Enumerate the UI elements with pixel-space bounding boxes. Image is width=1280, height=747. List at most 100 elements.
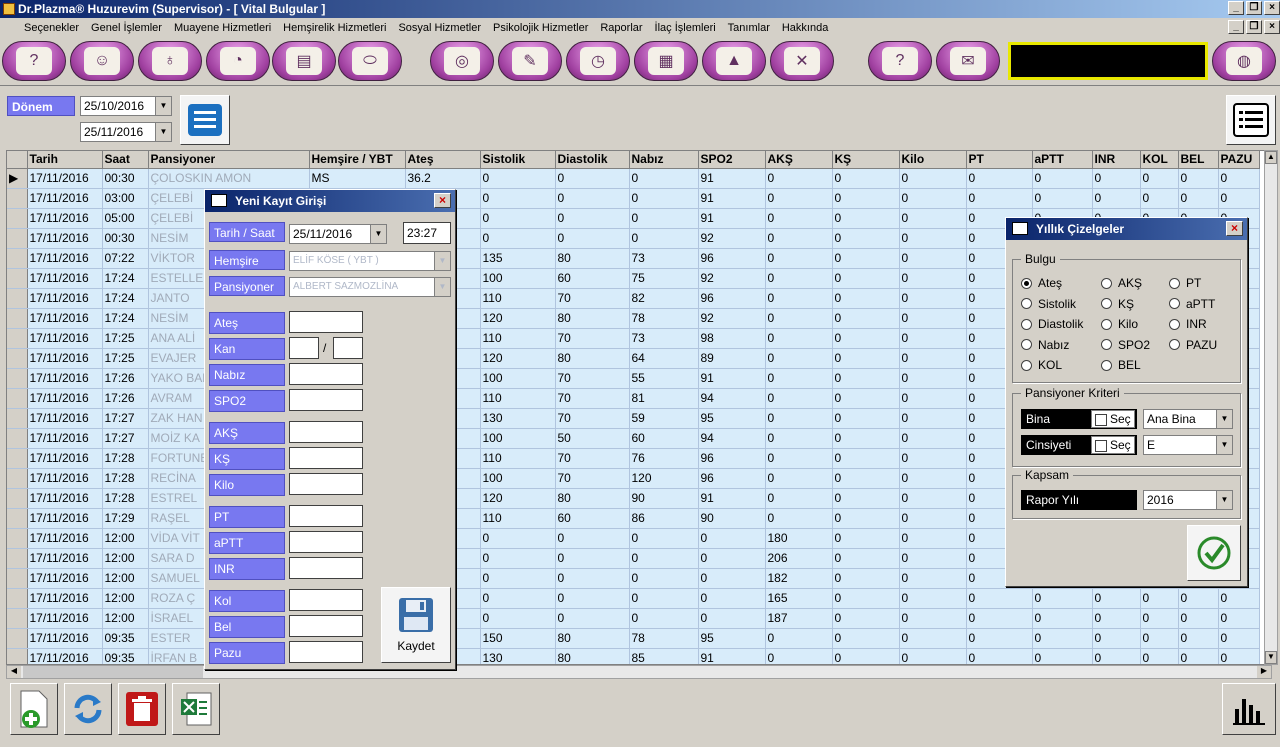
field-input[interactable] (289, 589, 363, 611)
column-header[interactable]: INR (1092, 151, 1141, 169)
chevron-down-icon[interactable]: ▼ (155, 97, 171, 115)
row-indicator[interactable] (7, 508, 28, 529)
row-indicator[interactable] (7, 428, 28, 449)
column-header[interactable]: KOL (1140, 151, 1179, 169)
row-indicator[interactable] (7, 648, 28, 664)
vertical-scrollbar[interactable]: ▲ ▼ (1264, 150, 1278, 665)
chevron-down-icon[interactable]: ▼ (155, 123, 171, 141)
field-input[interactable] (289, 531, 363, 553)
child-minimize-button[interactable]: _ (1228, 20, 1244, 34)
radio-icon[interactable] (1169, 277, 1180, 289)
spiral-icon[interactable]: ◎ (430, 41, 494, 81)
table-row[interactable]: 17/11/2016 09:35 ESTER 150 80 78 95 0 0 0 0 0 0 0 0 0 (7, 628, 1260, 649)
period-start-combo[interactable]: 25/10/2016 ▼ (80, 96, 172, 116)
field-input[interactable] (289, 505, 363, 527)
radio-icon[interactable] (1169, 318, 1180, 330)
row-indicator[interactable] (7, 548, 28, 569)
row-indicator[interactable] (7, 328, 28, 349)
row-indicator[interactable] (7, 568, 28, 589)
row-indicator[interactable] (7, 228, 28, 249)
globe-icon[interactable]: ◍ (1212, 41, 1276, 81)
radio-icon[interactable] (1101, 298, 1112, 309)
finding-radio[interactable]: Kilo (1101, 317, 1138, 331)
radio-icon[interactable] (1021, 339, 1032, 350)
column-header[interactable]: Saat (102, 151, 149, 169)
child-close-button[interactable]: × (1264, 20, 1280, 34)
gender-select-checkbox[interactable]: Seç (1091, 436, 1135, 454)
doc-icon[interactable]: ▤ (272, 41, 336, 81)
finding-radio[interactable]: Nabız (1021, 338, 1069, 352)
row-indicator[interactable] (7, 308, 28, 329)
radio-icon[interactable] (1021, 277, 1032, 289)
radio-icon[interactable] (1021, 318, 1032, 330)
finding-radio[interactable]: SPO2 (1101, 338, 1150, 352)
menu-item-1[interactable]: Genel İşlemler (91, 22, 162, 34)
period-end-combo[interactable]: 25/11/2016 ▼ (80, 122, 172, 142)
chevron-down-icon[interactable]: ▼ (434, 278, 450, 296)
row-indicator[interactable] (7, 388, 28, 409)
help-head-icon[interactable]: ? (2, 41, 66, 81)
row-indicator[interactable] (7, 368, 28, 389)
radio-icon[interactable] (1021, 359, 1032, 371)
entry-time-input[interactable]: 23:27 (403, 222, 451, 244)
save-button[interactable]: Kaydet (381, 587, 451, 663)
row-indicator[interactable] (7, 588, 28, 609)
chart-report-button[interactable] (1222, 683, 1276, 735)
minimize-button[interactable]: _ (1228, 1, 1244, 15)
radio-icon[interactable] (1101, 339, 1112, 350)
field-input[interactable] (289, 641, 363, 663)
stopwatch-icon[interactable]: ◔ (206, 41, 270, 81)
field-input[interactable] (289, 557, 363, 579)
row-indicator[interactable] (7, 248, 28, 269)
stethoscope-icon[interactable]: ♁ (138, 41, 202, 81)
gender-combo[interactable]: E ▼ (1143, 435, 1233, 455)
column-header[interactable]: Nabız (629, 151, 699, 169)
child-restore-button[interactable]: ❐ (1246, 20, 1262, 34)
question-note-icon[interactable]: ? (868, 41, 932, 81)
chevron-down-icon[interactable]: ▼ (1216, 491, 1232, 509)
column-header[interactable]: AKŞ (765, 151, 833, 169)
column-header[interactable]: KŞ (832, 151, 900, 169)
field-input[interactable] (289, 615, 363, 637)
finding-radio[interactable]: PT (1169, 276, 1201, 290)
radio-icon[interactable] (1169, 339, 1180, 350)
horizontal-scroll-thumb[interactable] (23, 666, 203, 678)
growth-chart-icon[interactable]: ▲ (702, 41, 766, 81)
scroll-left-icon[interactable]: ◀ (7, 666, 21, 678)
column-header[interactable]: Hemşire / YBT (309, 151, 406, 169)
scroll-down-icon[interactable]: ▼ (1265, 651, 1277, 664)
table-row[interactable]: 17/11/2016 03:00 ÇELEBİ 0 0 0 91 0 0 0 0 0 0 0 0 0 (7, 188, 1260, 209)
building-combo[interactable]: Ana Bina ▼ (1143, 409, 1233, 429)
excel-export-button[interactable] (172, 683, 220, 735)
building-select-checkbox[interactable]: Seç (1091, 410, 1135, 428)
radio-icon[interactable] (1101, 318, 1112, 330)
row-indicator[interactable] (7, 408, 28, 429)
tools-icon[interactable]: ✕ (770, 41, 834, 81)
entry-date-combo[interactable]: 25/11/2016 ▼ (289, 224, 387, 244)
field-input[interactable] (289, 363, 363, 385)
diastolic-input[interactable] (333, 337, 363, 359)
menu-item-3[interactable]: Hemşirelik Hizmetleri (283, 22, 386, 34)
finding-radio[interactable]: BEL (1101, 358, 1141, 372)
pills-icon[interactable]: ⬭ (338, 41, 402, 81)
doctors-icon[interactable]: ☺ (70, 41, 134, 81)
row-indicator[interactable]: ▶ (7, 168, 28, 189)
finding-radio[interactable]: KOL (1021, 358, 1062, 372)
row-indicator[interactable] (7, 528, 28, 549)
finding-radio[interactable]: PAZU (1169, 338, 1217, 352)
column-header[interactable]: Diastolik (555, 151, 630, 169)
delete-button[interactable] (118, 683, 166, 735)
finding-radio[interactable]: Ateş (1021, 276, 1062, 290)
row-indicator[interactable] (7, 628, 28, 649)
refresh-button[interactable] (64, 683, 112, 735)
row-indicator[interactable] (7, 608, 28, 629)
finding-radio[interactable]: aPTT (1169, 297, 1215, 311)
row-indicator[interactable] (7, 288, 28, 309)
report-year-combo[interactable]: 2016 ▼ (1143, 490, 1233, 510)
field-input[interactable] (289, 447, 363, 469)
column-header[interactable]: Kilo (899, 151, 967, 169)
menu-item-7[interactable]: İlaç İşlemleri (655, 22, 716, 34)
row-indicator[interactable] (7, 448, 28, 469)
row-indicator[interactable] (7, 348, 28, 369)
list-button[interactable] (180, 95, 230, 145)
